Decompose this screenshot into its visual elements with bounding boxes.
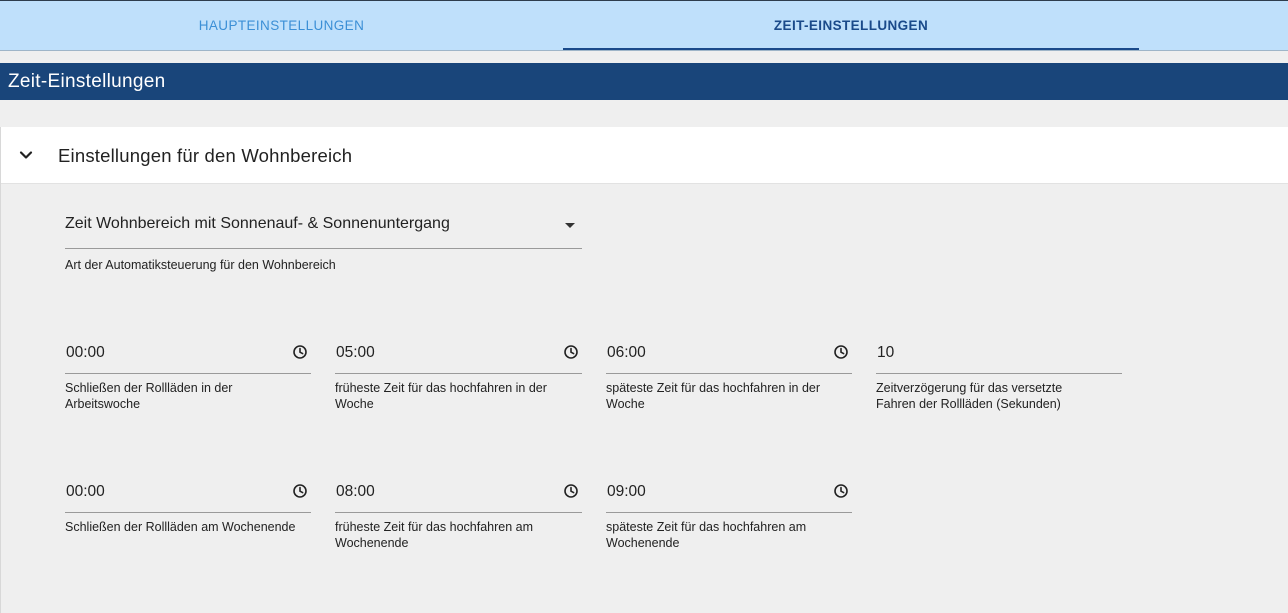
label-line: Woche <box>335 396 374 411</box>
latest-up-weekend-value: 09:00 <box>607 483 646 500</box>
clock-icon[interactable] <box>563 344 579 360</box>
automation-mode-helper: Art der Automatiksteuerung für den Wohnb… <box>65 258 336 272</box>
close-weekend-time-value: 00:00 <box>66 483 105 500</box>
label-line: Wochenende <box>606 535 680 550</box>
label-line: Schließen der Rollläden in der <box>65 381 233 395</box>
label-line: späteste Zeit für das hochfahren in der <box>606 381 821 395</box>
automation-mode-value: Zeit Wohnbereich mit Sonnenauf- & Sonnen… <box>65 215 450 232</box>
label-line: früheste Zeit für das hochfahren am <box>335 520 534 534</box>
dropdown-arrow-icon <box>565 223 575 228</box>
close-weekday-time-label: Schließen der Rollläden in der Arbeitswo… <box>65 381 232 412</box>
latest-up-weekday-value: 06:00 <box>607 344 646 361</box>
tab-zeit-einstellungen[interactable]: ZEIT-EINSTELLUNGEN <box>563 1 1139 51</box>
tab-haupteinstellungen[interactable]: HAUPTEINSTELLUNGEN <box>0 1 563 51</box>
panel-header[interactable]: Einstellungen für den Wohnbereich <box>1 127 1288 184</box>
delay-seconds-field[interactable]: 10 <box>876 339 1122 374</box>
active-tab-indicator <box>563 48 1139 50</box>
delay-seconds-value: 10 <box>877 344 895 361</box>
close-weekend-time-label: Schließen der Rollläden am Wochenende <box>65 520 295 536</box>
label-line: Zeitverzögerung für das versetzte <box>876 381 1063 395</box>
close-weekend-time-field[interactable]: 00:00 <box>65 478 311 513</box>
close-weekday-time-value: 00:00 <box>66 344 105 361</box>
label-line: Woche <box>606 396 645 411</box>
earliest-up-weekday-field[interactable]: 05:00 <box>335 339 582 374</box>
tab-bar: HAUPTEINSTELLUNGEN ZEIT-EINSTELLUNGEN <box>0 0 1288 51</box>
clock-icon[interactable] <box>563 483 579 499</box>
earliest-up-weekday-label: früheste Zeit für das hochfahren in der … <box>335 381 547 412</box>
label-line: Schließen der Rollläden am Wochenende <box>65 520 296 534</box>
label-line: Fahren der Rollläden (Sekunden) <box>876 396 1061 411</box>
earliest-up-weekend-label: früheste Zeit für das hochfahren am Woch… <box>335 520 533 551</box>
label-line: früheste Zeit für das hochfahren in der <box>335 381 547 395</box>
clock-icon[interactable] <box>292 344 308 360</box>
clock-icon[interactable] <box>292 483 308 499</box>
label-line: Wochenende <box>335 535 409 550</box>
clock-icon[interactable] <box>833 483 849 499</box>
latest-up-weekday-label: späteste Zeit für das hochfahren in der … <box>606 381 820 412</box>
earliest-up-weekday-value: 05:00 <box>336 344 375 361</box>
latest-up-weekend-field[interactable]: 09:00 <box>606 478 852 513</box>
latest-up-weekday-field[interactable]: 06:00 <box>606 339 852 374</box>
earliest-up-weekend-field[interactable]: 08:00 <box>335 478 582 513</box>
section-title: Zeit-Einstellungen <box>0 63 1288 100</box>
label-line: späteste Zeit für das hochfahren am <box>606 520 807 534</box>
earliest-up-weekend-value: 08:00 <box>336 483 375 500</box>
panel-title: Einstellungen für den Wohnbereich <box>58 145 353 166</box>
chevron-down-icon <box>19 151 33 159</box>
close-weekday-time-field[interactable]: 00:00 <box>65 339 311 374</box>
delay-seconds-label: Zeitverzögerung für das versetzte Fahren… <box>876 381 1062 412</box>
automation-mode-select[interactable]: Zeit Wohnbereich mit Sonnenauf- & Sonnen… <box>65 207 582 249</box>
latest-up-weekend-label: späteste Zeit für das hochfahren am Woch… <box>606 520 806 551</box>
clock-icon[interactable] <box>833 344 849 360</box>
label-line: Arbeitswoche <box>65 396 141 411</box>
